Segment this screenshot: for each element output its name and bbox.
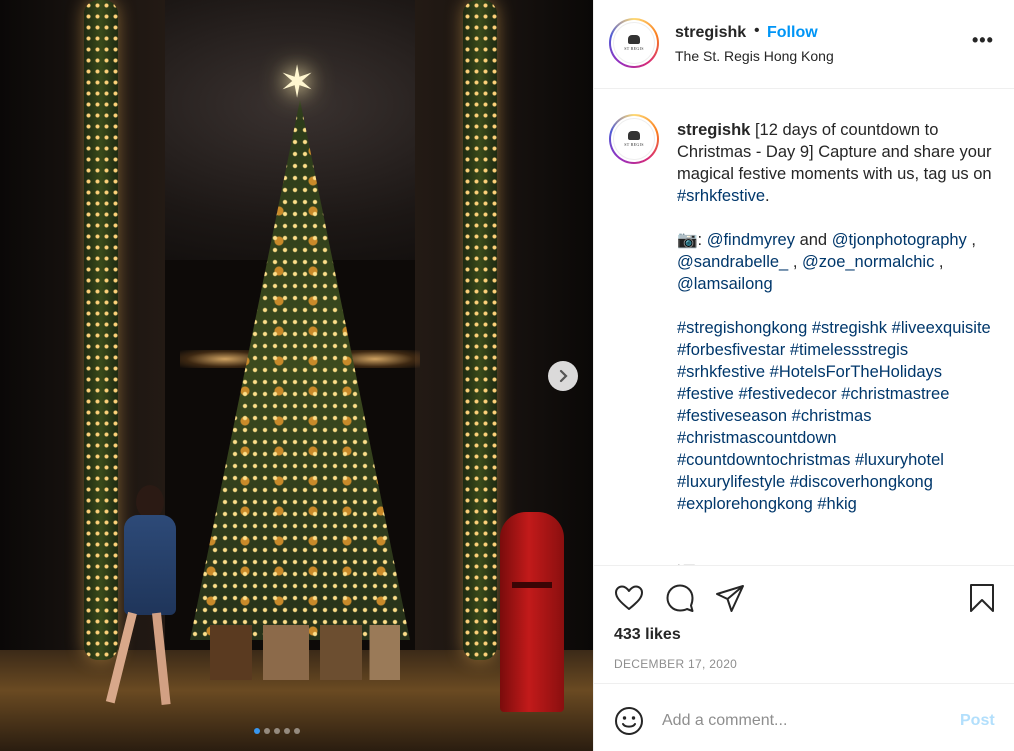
camera-emoji: 📷: bbox=[677, 231, 707, 249]
mention-link[interactable]: @findmyrey bbox=[707, 231, 795, 249]
hashtag-link[interactable]: #discoverhongkong bbox=[790, 473, 933, 491]
location-link[interactable]: The St. Regis Hong Kong bbox=[675, 48, 834, 64]
carousel-dots bbox=[254, 728, 300, 734]
hashtag-link[interactable]: #luxuryhotel bbox=[855, 451, 944, 469]
hashtag-link[interactable]: #stregishk bbox=[812, 319, 887, 337]
hashtag-link[interactable]: #HotelsForTheHolidays bbox=[770, 363, 942, 381]
right-garland bbox=[463, 0, 497, 660]
separator-dot: • bbox=[754, 22, 760, 39]
credit-separator: , bbox=[934, 253, 944, 271]
post-caption: stregishk [12 days of countdown to Chris… bbox=[677, 119, 992, 537]
post-header: ST REGIS stregishk • Follow The St. Regi… bbox=[594, 0, 1014, 89]
avatar[interactable]: ST REGIS bbox=[609, 18, 659, 68]
share-icon[interactable] bbox=[714, 582, 746, 614]
carousel-dot bbox=[264, 728, 270, 734]
post-side-panel: ST REGIS stregishk • Follow The St. Regi… bbox=[593, 0, 1014, 751]
likes-count[interactable]: 433 likes bbox=[614, 626, 681, 644]
red-postbox bbox=[500, 512, 564, 712]
hashtag-link[interactable]: #srhkfestive bbox=[677, 363, 765, 381]
left-garland bbox=[84, 0, 118, 660]
smiley-icon[interactable] bbox=[613, 705, 645, 737]
comment-input[interactable] bbox=[662, 704, 942, 738]
carousel-dot bbox=[274, 728, 280, 734]
mention-link[interactable]: @sandrabelle_ bbox=[677, 253, 788, 271]
bookmark-icon[interactable] bbox=[966, 582, 998, 614]
hashtag-link[interactable]: #timelessstregis bbox=[790, 341, 908, 359]
crest-icon bbox=[628, 131, 640, 140]
comment-bar: Post bbox=[594, 683, 1014, 751]
hashtag-link[interactable]: #stregishongkong bbox=[677, 319, 807, 337]
username[interactable]: stregishk bbox=[675, 24, 746, 42]
post-comment-button[interactable]: Post bbox=[960, 712, 995, 730]
mention-link[interactable]: @tjonphotography bbox=[832, 231, 967, 249]
chevron-right-icon[interactable] bbox=[548, 361, 578, 391]
credit-separator: , bbox=[966, 231, 976, 249]
post-actions: 433 likes DECEMBER 17, 2020 bbox=[594, 565, 1014, 683]
more-options-icon[interactable]: ••• bbox=[972, 30, 994, 51]
hashtag-link[interactable]: #christmas bbox=[792, 407, 872, 425]
hashtag-link[interactable]: #luxurylifestyle bbox=[677, 473, 785, 491]
hashtag-link[interactable]: #liveexquisite bbox=[892, 319, 991, 337]
avatar-logo-text: ST REGIS bbox=[624, 142, 644, 147]
carousel-dot bbox=[284, 728, 290, 734]
hashtag-link[interactable]: #srhkfestive bbox=[677, 187, 765, 205]
hashtag-link[interactable]: #christmastree bbox=[841, 385, 949, 403]
crest-icon bbox=[628, 35, 640, 44]
caption-area: ST REGIS stregishk [12 days of countdown… bbox=[594, 89, 1014, 565]
avatar[interactable]: ST REGIS bbox=[609, 114, 659, 164]
hashtag-link[interactable]: #forbesfivestar bbox=[677, 341, 785, 359]
avatar-logo-text: ST REGIS bbox=[624, 46, 644, 51]
hashtag-link[interactable]: #festiveseason bbox=[677, 407, 787, 425]
post-date: DECEMBER 17, 2020 bbox=[614, 657, 738, 671]
hashtag-link[interactable]: #christmascountdown bbox=[677, 429, 837, 447]
hashtag-link[interactable]: #countdowntochristmas bbox=[677, 451, 850, 469]
carousel-dot bbox=[254, 728, 260, 734]
heart-icon[interactable] bbox=[613, 582, 645, 614]
mention-link[interactable]: @lamsailong bbox=[677, 275, 773, 293]
caption-text-end: . bbox=[765, 187, 770, 205]
hashtag-link[interactable]: #festivedecor bbox=[738, 385, 836, 403]
hashtag-link[interactable]: #explorehongkong bbox=[677, 495, 813, 513]
gift-boxes bbox=[210, 625, 400, 680]
hashtag-link[interactable]: #hkig bbox=[817, 495, 856, 513]
tree-star: ✶ bbox=[278, 58, 316, 107]
comment-icon[interactable] bbox=[664, 582, 696, 614]
post-photo[interactable]: ✶ bbox=[0, 0, 593, 751]
mention-link[interactable]: @zoe_normalchic bbox=[802, 253, 934, 271]
woman-figure bbox=[105, 485, 188, 720]
hashtag-link[interactable]: #festive bbox=[677, 385, 734, 403]
hashtag-list: #stregishongkong #stregishk #liveexquisi… bbox=[677, 317, 992, 515]
credit-separator: , bbox=[788, 253, 803, 271]
caption-username[interactable]: stregishk bbox=[677, 121, 750, 139]
credit-and: and bbox=[795, 231, 832, 249]
follow-button[interactable]: Follow bbox=[767, 24, 818, 42]
carousel-dot bbox=[294, 728, 300, 734]
